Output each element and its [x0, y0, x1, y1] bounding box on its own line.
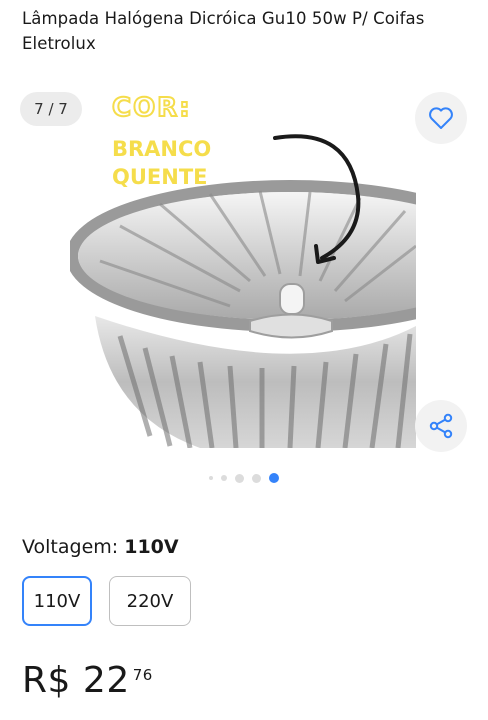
- favorite-button[interactable]: [415, 92, 467, 144]
- variant-label: Voltagem: 110V: [22, 536, 179, 558]
- image-caption-color-2: QUENTE: [112, 165, 208, 189]
- price: R$ 22 76: [22, 660, 153, 701]
- pagination-dot[interactable]: [221, 475, 227, 481]
- gallery-pagination: [0, 472, 488, 484]
- product-gallery[interactable]: COR: BRANCO QUENTE: [0, 86, 488, 466]
- share-icon: [429, 413, 453, 439]
- product-title: Lâmpada Halógena Dicróica Gu10 50w P/ Co…: [22, 9, 425, 53]
- pagination-dot[interactable]: [235, 473, 244, 483]
- price-integer: 22: [82, 660, 130, 701]
- share-button[interactable]: [415, 400, 467, 452]
- variant-option-110v[interactable]: 110V: [22, 576, 92, 626]
- pagination-dot[interactable]: [209, 476, 213, 480]
- variant-option-220v[interactable]: 220V: [109, 576, 191, 626]
- price-currency: R$: [22, 660, 71, 701]
- price-cents: 76: [132, 666, 153, 684]
- heart-icon: [429, 107, 453, 129]
- image-caption-label: COR:: [112, 93, 192, 123]
- variant-label-text: Voltagem:: [22, 536, 119, 558]
- pagination-dot-active[interactable]: [269, 473, 279, 483]
- gallery-counter: 7 / 7: [20, 92, 82, 126]
- pagination-dot[interactable]: [252, 473, 261, 483]
- variant-selected-value: 110V: [124, 536, 179, 558]
- product-image[interactable]: COR: BRANCO QUENTE: [0, 86, 488, 466]
- image-caption-color: BRANCO: [112, 137, 211, 161]
